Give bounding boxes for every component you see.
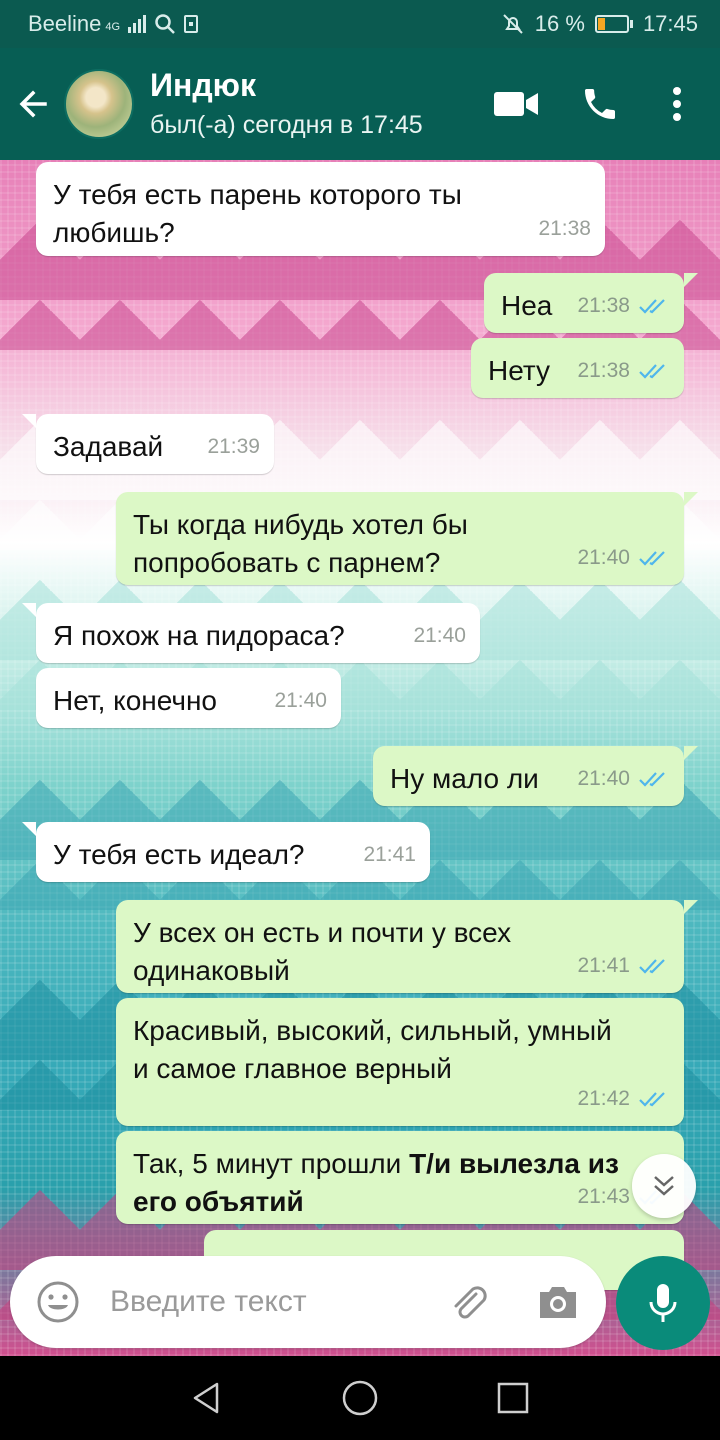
message-outgoing[interactable]: Неа 21:38 — [484, 273, 698, 333]
contact-info[interactable]: Индюк был(-а) сегодня в 17:45 — [150, 66, 423, 142]
network-type: 4G — [105, 21, 121, 33]
message-outgoing[interactable]: Ты когда нибудь хотел бы попробовать с п… — [116, 492, 698, 585]
message-time: 21:38 — [577, 359, 630, 382]
circle-home-icon — [342, 1380, 378, 1416]
read-ticks-icon — [639, 959, 665, 974]
message-input[interactable]: Введите текст — [110, 1285, 438, 1319]
message-time: 21:40 — [413, 624, 466, 647]
read-ticks-icon — [639, 551, 665, 566]
camera-button[interactable] — [528, 1272, 588, 1332]
nav-home-button[interactable] — [330, 1368, 390, 1428]
message-time: 21:38 — [577, 294, 630, 317]
read-ticks-icon — [639, 364, 665, 379]
message-outgoing[interactable]: Ну мало ли 21:40 — [373, 746, 698, 806]
read-ticks-icon — [639, 772, 665, 787]
screenshot-status-icon — [184, 15, 199, 33]
read-ticks-icon — [639, 1092, 665, 1107]
more-options-button[interactable] — [642, 48, 712, 160]
chat-area[interactable]: У тебя есть парень которого ты любишь? 2… — [0, 160, 720, 1356]
search-status-icon — [155, 14, 175, 34]
scroll-to-bottom-button[interactable] — [632, 1154, 696, 1218]
message-time: 21:41 — [363, 843, 416, 866]
video-call-button[interactable] — [474, 48, 558, 160]
contact-name: Индюк — [150, 67, 256, 103]
message-time: 21:41 — [577, 954, 630, 977]
message-outgoing[interactable]: У всех он есть и почти у всех одинаковый… — [116, 900, 698, 993]
triangle-back-icon — [193, 1382, 218, 1414]
message-text: У тебя есть парень которого ты любишь? — [53, 179, 462, 248]
message-incoming[interactable]: У тебя есть парень которого ты любишь? 2… — [36, 162, 605, 256]
last-seen-status: был(-а) сегодня в 17:45 — [150, 111, 423, 139]
paperclip-icon — [454, 1286, 487, 1319]
message-incoming[interactable]: У тебя есть идеал? 21:41 — [22, 822, 430, 882]
battery-icon — [594, 15, 633, 33]
message-time: 21:42 — [577, 1087, 630, 1110]
mute-notifications-icon — [503, 14, 523, 34]
message-input-bar: Введите текст — [10, 1256, 606, 1348]
message-outgoing[interactable]: Нету 21:38 — [471, 338, 684, 398]
status-time: 17:45 — [642, 11, 698, 36]
message-text: У всех он есть и почти у всех одинаковый — [133, 917, 512, 986]
message-time: 21:40 — [274, 689, 327, 712]
attach-button[interactable] — [438, 1272, 498, 1332]
message-time: 21:38 — [538, 217, 591, 240]
signal-icon — [128, 15, 147, 33]
microphone-icon — [649, 1284, 677, 1322]
square-recents-icon — [498, 1382, 529, 1414]
message-text: Ты когда нибудь хотел бы попробовать с п… — [133, 509, 468, 578]
chat-header: Индюк был(-а) сегодня в 17:45 — [0, 48, 720, 160]
status-bar: Beeline 4G 16 % 17:45 — [0, 0, 720, 48]
message-time: 21:43 — [577, 1185, 630, 1208]
nav-back-button[interactable] — [177, 1368, 237, 1428]
message-incoming[interactable]: Задавай 21:39 — [22, 414, 274, 474]
message-outgoing[interactable]: Так, 5 минут прошли Т/и вылезла из его о… — [116, 1131, 684, 1224]
read-ticks-icon — [639, 299, 665, 314]
message-incoming[interactable]: Нет, конечно 21:40 — [36, 668, 341, 728]
emoji-icon — [37, 1281, 79, 1323]
message-text: У тебя есть идеал? — [53, 839, 305, 870]
more-vert-icon — [673, 87, 681, 121]
voice-message-button[interactable] — [616, 1256, 710, 1350]
arrow-left-icon — [19, 90, 47, 118]
emoji-button[interactable] — [28, 1272, 88, 1332]
battery-percent: 16 % — [534, 11, 585, 36]
message-text-plain: Так, 5 минут прошли — [133, 1148, 410, 1179]
message-incoming[interactable]: Я похож на пидораса? 21:40 — [22, 603, 480, 663]
double-chevron-down-icon — [654, 1176, 674, 1196]
system-navigation-bar — [0, 1356, 720, 1440]
nav-recents-button[interactable] — [483, 1368, 543, 1428]
message-time: 21:40 — [577, 546, 630, 569]
back-button[interactable] — [2, 48, 64, 160]
carrier-name: Beeline — [28, 11, 102, 36]
message-outgoing[interactable]: Красивый, высокий, сильный, умный и само… — [116, 998, 684, 1126]
avatar[interactable] — [64, 69, 134, 139]
message-text: Я похож на пидораса? — [53, 620, 345, 651]
message-time: 21:40 — [577, 767, 630, 790]
camera-icon — [540, 1287, 576, 1318]
message-time: 21:39 — [207, 435, 260, 458]
message-text: Так, 5 минут прошли Т/и вылезла из его о… — [133, 1145, 653, 1221]
message-text: Красивый, высокий, сильный, умный и само… — [133, 1015, 612, 1084]
voice-call-button[interactable] — [558, 48, 642, 160]
phone-icon — [585, 89, 615, 119]
video-camera-icon — [494, 92, 538, 116]
